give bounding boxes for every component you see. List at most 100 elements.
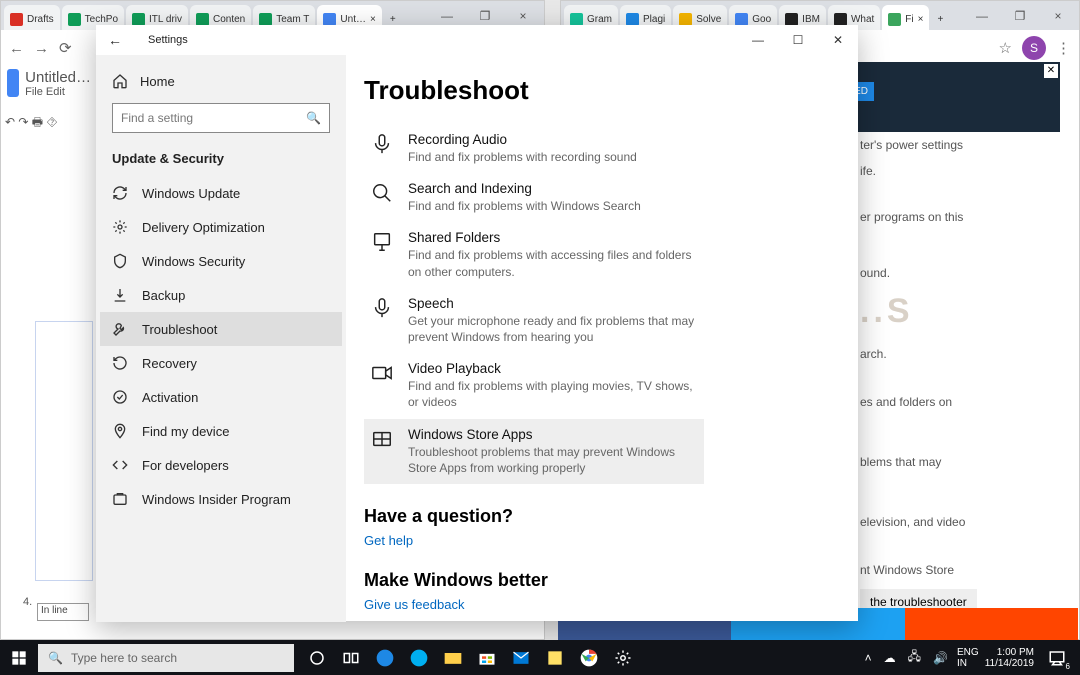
nav-find-my-device[interactable]: Find my device [100, 414, 342, 448]
troubleshooter-recording-audio[interactable]: Recording Audio Find and fix problems wit… [364, 124, 704, 173]
edge-icon[interactable] [368, 640, 402, 675]
sticky-notes-icon[interactable] [538, 640, 572, 675]
code-icon [112, 457, 128, 473]
close-icon[interactable]: × [918, 14, 924, 25]
close-icon[interactable]: × [370, 14, 376, 25]
tab-label: Fi [905, 14, 913, 25]
start-button[interactable] [0, 640, 38, 675]
tray-chevron-icon[interactable]: ˄ [862, 651, 875, 665]
troubleshooter-shared-folders[interactable]: Shared FoldersFind and fix problems with… [364, 222, 704, 287]
nav-recovery[interactable]: Recovery [100, 346, 342, 380]
action-center-icon[interactable]: 6 [1040, 640, 1074, 675]
troubleshooter-video-playback[interactable]: Video PlaybackFind and fix problems with… [364, 353, 704, 418]
maximize-button[interactable]: ❐ [1001, 2, 1039, 30]
taskbar-search[interactable]: 🔍 Type here to search [38, 644, 294, 672]
profile-avatar[interactable]: S [1022, 36, 1046, 60]
taskbar-pinned [300, 640, 640, 675]
cortana-icon[interactable] [300, 640, 334, 675]
menu-icon[interactable]: ⋮ [1056, 39, 1071, 57]
nav-label: Troubleshoot [142, 322, 217, 337]
mic-icon [370, 132, 394, 156]
better-heading: Make Windows better [364, 570, 840, 591]
docs-title[interactable]: Untitled… [25, 69, 91, 86]
nav-label: Windows Update [142, 186, 240, 201]
feedback-link[interactable]: Give us feedback [364, 597, 840, 612]
lang-bot: IN [957, 658, 979, 669]
settings-window-controls: — ☐ ✕ [738, 25, 858, 55]
delivery-icon [112, 219, 128, 235]
ad-close-icon[interactable]: ✕ [1044, 64, 1058, 78]
star-icon[interactable]: ☆ [999, 39, 1012, 57]
tab-drafts[interactable]: Drafts [4, 5, 60, 30]
troubleshooter-speech[interactable]: SpeechGet your microphone ready and fix … [364, 288, 704, 353]
nav-activation[interactable]: Activation [100, 380, 342, 414]
share-reddit[interactable] [905, 608, 1078, 640]
search-placeholder: Type here to search [71, 651, 177, 665]
get-help-link[interactable]: Get help [364, 533, 840, 548]
backup-icon [112, 287, 128, 303]
troubleshooter-search-indexing[interactable]: Search and IndexingFind and fix problems… [364, 173, 704, 222]
lang-top: ENG [957, 647, 979, 658]
system-tray: ˄ ☁ 🖧 🔊 ENG IN 1:00 PM 11/14/2019 6 [862, 640, 1080, 675]
tab-label: Solve [696, 14, 721, 25]
new-tab-button[interactable]: + [931, 5, 949, 30]
docs-toolbar[interactable]: ↶ ↷ 🖶 ⯑ [5, 113, 57, 134]
item-desc: Find and fix problems with recording sou… [408, 149, 637, 165]
home-link[interactable]: Home [100, 65, 342, 97]
tab-fix[interactable]: Fi × [882, 5, 929, 30]
close-button[interactable]: × [1039, 2, 1077, 30]
nav-troubleshoot[interactable]: Troubleshoot [100, 312, 342, 346]
chrome-icon[interactable] [572, 640, 606, 675]
item-title: Recording Audio [408, 132, 637, 147]
tray-onedrive-icon[interactable]: ☁ [881, 651, 899, 665]
explorer-icon[interactable] [436, 640, 470, 675]
docs-menu[interactable]: File Edit [25, 86, 91, 98]
nav-windows-security[interactable]: Windows Security [100, 244, 342, 278]
inline-chip[interactable]: In line [37, 603, 89, 621]
item-desc: Troubleshoot problems that may prevent W… [408, 444, 698, 476]
notification-count: 6 [1066, 662, 1070, 671]
nav-delivery-optimization[interactable]: Delivery Optimization [100, 210, 342, 244]
tray-network-icon[interactable]: 🖧 [905, 647, 924, 668]
task-view-icon[interactable] [334, 640, 368, 675]
back-button[interactable]: ← [108, 32, 122, 48]
settings-taskbar-icon[interactable] [606, 640, 640, 675]
item-title: Windows Store Apps [408, 427, 698, 442]
shared-folder-icon [370, 230, 394, 254]
troubleshooter-windows-store-apps[interactable]: Windows Store Apps Troubleshoot problems … [364, 419, 704, 484]
nav-windows-update[interactable]: Windows Update [100, 176, 342, 210]
item-desc: Find and fix problems with playing movie… [408, 378, 698, 410]
item-title: Search and Indexing [408, 181, 641, 196]
store-icon[interactable] [470, 640, 504, 675]
location-icon [112, 423, 128, 439]
reload-icon[interactable]: ⟳ [59, 39, 72, 57]
docs-thumbnail[interactable] [35, 321, 93, 581]
check-icon [112, 389, 128, 405]
nav-insider-program[interactable]: Windows Insider Program [100, 482, 342, 516]
tray-language[interactable]: ENG IN [957, 647, 979, 669]
item-desc: Get your microphone ready and fix proble… [408, 313, 698, 345]
tab-label: Conten [213, 14, 245, 25]
nav-backup[interactable]: Backup [100, 278, 342, 312]
maximize-button[interactable]: ☐ [778, 25, 818, 55]
speech-icon [370, 296, 394, 320]
nav-label: Windows Insider Program [142, 492, 291, 507]
settings-content: Troubleshoot Recording AudioFind and fix… [346, 55, 858, 622]
home-icon [112, 73, 128, 89]
minimize-button[interactable]: — [963, 2, 1001, 30]
skype-icon[interactable] [402, 640, 436, 675]
settings-window: ← Settings — ☐ ✕ Home Find a setting 🔍 U… [96, 25, 858, 621]
back-icon[interactable]: ← [9, 40, 24, 57]
minimize-button[interactable]: — [738, 25, 778, 55]
settings-search[interactable]: Find a setting 🔍 [112, 103, 330, 133]
mail-icon[interactable] [504, 640, 538, 675]
tray-volume-icon[interactable]: 🔊 [930, 651, 951, 665]
tray-clock[interactable]: 1:00 PM 11/14/2019 [985, 647, 1034, 669]
clock-time: 1:00 PM [985, 647, 1034, 658]
close-button[interactable]: ✕ [818, 25, 858, 55]
nav-label: Delivery Optimization [142, 220, 265, 235]
nav-for-developers[interactable]: For developers [100, 448, 342, 482]
window-controls-right: — ❐ × [963, 2, 1077, 30]
forward-icon[interactable]: → [34, 40, 49, 57]
nav-label: Recovery [142, 356, 197, 371]
